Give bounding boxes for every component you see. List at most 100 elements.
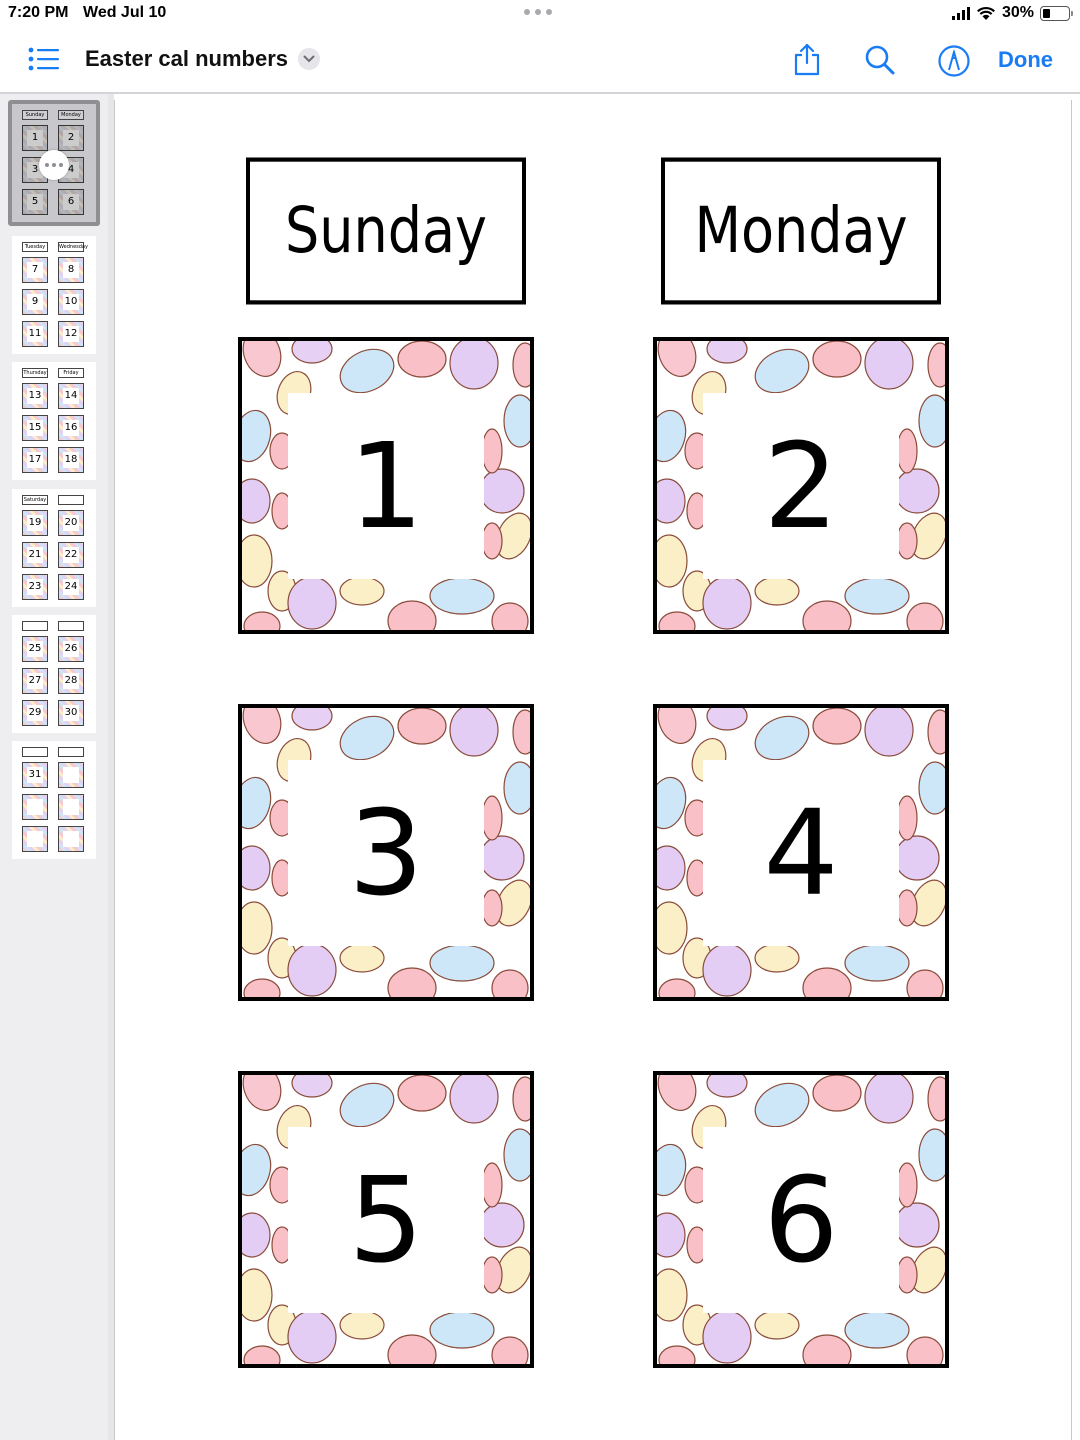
day-label-monday: Monday [661, 157, 941, 305]
thumbnail-number-card: 15 [22, 415, 48, 441]
thumbnail-number-card: 2 [58, 125, 84, 151]
thumbnail-number: 31 [27, 767, 43, 783]
thumbnail-number: 18 [63, 452, 79, 468]
status-date: Wed Jul 10 [83, 4, 167, 21]
thumbnail-number-card: 10 [58, 289, 84, 315]
number-card-value: 5 [288, 1127, 484, 1313]
number-card-value: 3 [288, 760, 484, 946]
thumbnail-number: 28 [63, 673, 79, 689]
thumbnail-number: 14 [63, 388, 79, 404]
thumbnail-number-card [22, 794, 48, 820]
thumbnail-number: 7 [27, 262, 43, 278]
thumbnail-number: 25 [27, 641, 43, 657]
list-icon[interactable] [28, 46, 60, 72]
number-card: 2 [653, 337, 949, 634]
thumbnail-number: 29 [27, 705, 43, 721]
more-options-icon[interactable] [39, 150, 69, 180]
page-thumbnail-sidebar: Sunday Monday 1 2 3 4 5 6 Tuesday Wednesday 7 8 9 10 1… [0, 94, 108, 1440]
wifi-icon [977, 6, 995, 20]
number-card: 4 [653, 704, 949, 1001]
thumbnail-number-card: 17 [22, 447, 48, 473]
thumbnail-number-card: 14 [58, 383, 84, 409]
number-card: 3 [238, 704, 534, 1001]
page-thumbnail[interactable]: Saturday 19 20 21 22 23 24 [12, 489, 96, 607]
document-page[interactable]: Sunday Monday 1 2 3 4 5 6 [114, 100, 1072, 1440]
thumbnail-number: 20 [63, 515, 79, 531]
page-thumbnail[interactable]: 25 26 27 28 29 30 [12, 615, 96, 733]
thumbnail-number-card: 6 [58, 189, 84, 215]
thumbnail-number-card [58, 826, 84, 852]
thumbnail-number: 30 [63, 705, 79, 721]
thumbnail-number [63, 767, 79, 783]
number-card-value: 6 [703, 1127, 899, 1313]
page-thumbnail[interactable]: Thursday Friday 13 14 15 16 17 18 [12, 362, 96, 480]
thumbnail-number-card: 29 [22, 700, 48, 726]
thumbnail-number: 5 [27, 194, 43, 210]
thumbnail-number: 23 [27, 579, 43, 595]
toolbar: Easter cal numbers Done [0, 28, 1080, 92]
thumbnail-number [63, 799, 79, 815]
day-label-sunday: Sunday [246, 157, 526, 305]
thumbnail-number-card [58, 794, 84, 820]
search-icon[interactable] [864, 44, 896, 76]
thumbnail-day-label [58, 495, 84, 505]
thumbnail-number: 22 [63, 547, 79, 563]
document-title[interactable]: Easter cal numbers [85, 46, 288, 72]
status-indicators: 30% [951, 4, 1073, 22]
thumbnail-number: 16 [63, 420, 79, 436]
thumbnail-day-label: Wednesday [58, 242, 88, 252]
thumbnail-number-card: 26 [58, 636, 84, 662]
thumbnail-day-label: Saturday [22, 495, 48, 505]
thumbnail-day-label [22, 621, 48, 631]
thumbnail-number: 15 [27, 420, 43, 436]
done-button[interactable]: Done [998, 47, 1053, 73]
thumbnail-number: 11 [27, 326, 43, 342]
thumbnail-number: 8 [63, 262, 79, 278]
thumbnail-number-card: 28 [58, 668, 84, 694]
thumbnail-number-card: 18 [58, 447, 84, 473]
thumbnail-number: 19 [27, 515, 43, 531]
page-thumbnail[interactable]: 31 [12, 741, 96, 859]
chevron-down-icon[interactable] [297, 48, 320, 70]
document-title-menu[interactable]: Easter cal numbers [85, 46, 320, 72]
thumbnail-number-card: 24 [58, 574, 84, 600]
battery-percent: 30% [1001, 4, 1034, 21]
thumbnail-number-card: 27 [22, 668, 48, 694]
thumbnail-number-card: 21 [22, 542, 48, 568]
signal-icon [951, 6, 970, 20]
battery-icon [1040, 5, 1073, 21]
thumbnail-number-card: 16 [58, 415, 84, 441]
thumbnail-number-card: 19 [22, 510, 48, 536]
thumbnail-day-label: Sunday [22, 110, 48, 120]
thumbnail-day-label: Monday [58, 110, 84, 120]
thumbnail-number: 24 [63, 579, 79, 595]
status-time: 7:20 PM [8, 4, 69, 21]
thumbnail-number [63, 831, 79, 847]
thumbnail-day-label: Tuesday [22, 242, 48, 252]
markup-icon[interactable] [937, 44, 971, 78]
thumbnail-number-card: 11 [22, 321, 48, 347]
thumbnail-number: 17 [27, 452, 43, 468]
number-card-value: 1 [288, 393, 484, 579]
thumbnail-number-card: 31 [22, 762, 48, 788]
multitasking-dots[interactable] [524, 9, 552, 15]
thumbnail-day-label [58, 747, 84, 757]
thumbnail-number: 2 [63, 130, 79, 146]
thumbnail-number [27, 799, 43, 815]
thumbnail-number-card: 25 [22, 636, 48, 662]
thumbnail-number-card: 8 [58, 257, 84, 283]
page-thumbnail[interactable]: Tuesday Wednesday 7 8 9 10 11 12 [12, 236, 96, 354]
thumbnail-number-card: 1 [22, 125, 48, 151]
thumbnail-number: 26 [63, 641, 79, 657]
thumbnail-day-label [58, 621, 84, 631]
status-bar: 7:20 PM Wed Jul 10 30% [0, 0, 1080, 28]
thumbnail-day-label [22, 747, 48, 757]
number-card-value: 4 [703, 760, 899, 946]
thumbnail-number: 9 [27, 294, 43, 310]
number-card: 5 [238, 1071, 534, 1368]
thumbnail-number: 21 [27, 547, 43, 563]
thumbnail-number-card: 12 [58, 321, 84, 347]
thumbnail-number: 1 [27, 130, 43, 146]
thumbnail-number-card [22, 826, 48, 852]
share-icon[interactable] [792, 42, 822, 76]
